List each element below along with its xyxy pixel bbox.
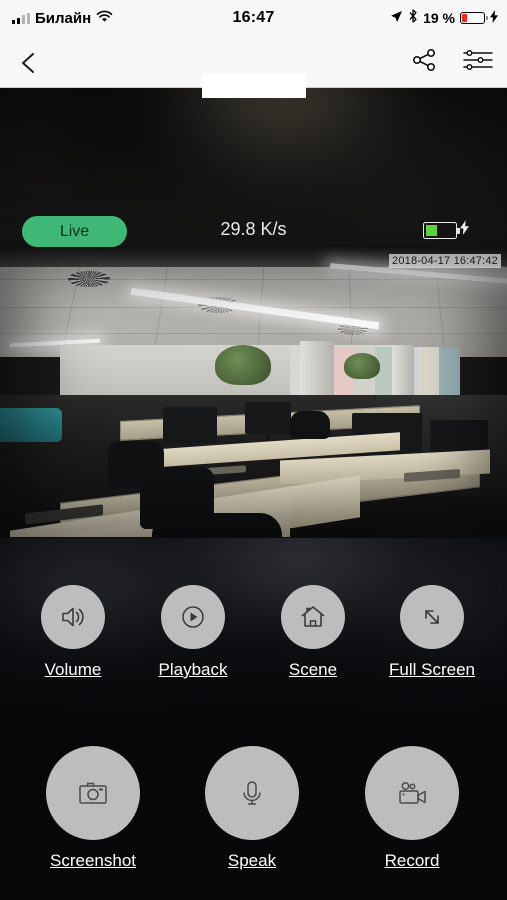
playback-label[interactable]: Playback — [143, 660, 243, 680]
full-screen-label[interactable]: Full Screen — [382, 660, 482, 680]
share-icon[interactable] — [411, 47, 437, 78]
full-screen-button[interactable]: Full Screen — [382, 585, 482, 680]
battery-icon — [423, 221, 460, 239]
app-screen: Билайн 16:47 19 % Live 29.8 K/s 2018-04-… — [0, 0, 507, 900]
redaction-overlay — [202, 74, 306, 98]
controls-panel: Volume Playback Scene Full Screen Screen… — [0, 538, 507, 900]
battery-low-icon — [460, 12, 488, 24]
nav-actions — [411, 36, 493, 88]
speak-label[interactable]: Speak — [187, 851, 317, 871]
home-icon[interactable] — [281, 585, 345, 649]
volume-button[interactable]: Volume — [23, 585, 123, 680]
record-label[interactable]: Record — [347, 851, 477, 871]
nav-bar — [0, 36, 507, 98]
speaker-volume-icon[interactable] — [41, 585, 105, 649]
volume-label[interactable]: Volume — [23, 660, 123, 680]
settings-sliders-icon[interactable] — [463, 48, 493, 77]
record-button[interactable]: Record — [347, 746, 477, 871]
speak-button[interactable]: Speak — [187, 746, 317, 871]
scene-label[interactable]: Scene — [263, 660, 363, 680]
lightning-bolt-icon — [490, 9, 498, 27]
video-vignette — [0, 245, 507, 537]
location-arrow-icon — [390, 10, 403, 27]
scene-button[interactable]: Scene — [263, 585, 363, 680]
video-timestamp: 2018-04-17 16:47:42 — [389, 254, 501, 268]
status-bar: Билайн 16:47 19 % — [0, 0, 507, 36]
microphone-icon[interactable] — [205, 746, 299, 840]
play-circle-icon[interactable] — [161, 585, 225, 649]
status-bar-right: 19 % — [390, 9, 498, 27]
live-video-frame[interactable]: 2018-04-17 16:47:42 — [0, 245, 507, 537]
video-stage[interactable]: Live 29.8 K/s 2018-04-17 16:47:42 — [0, 88, 507, 538]
lightning-bolt-icon — [460, 220, 469, 240]
screenshot-label[interactable]: Screenshot — [28, 851, 158, 871]
camera-icon[interactable] — [46, 746, 140, 840]
battery-percent-label: 19 % — [423, 10, 455, 26]
camera-battery-indicator — [423, 220, 469, 240]
playback-button[interactable]: Playback — [143, 585, 243, 680]
video-camera-icon[interactable] — [365, 746, 459, 840]
expand-arrows-icon[interactable] — [400, 585, 464, 649]
bluetooth-icon — [408, 9, 418, 27]
screenshot-button[interactable]: Screenshot — [28, 746, 158, 871]
